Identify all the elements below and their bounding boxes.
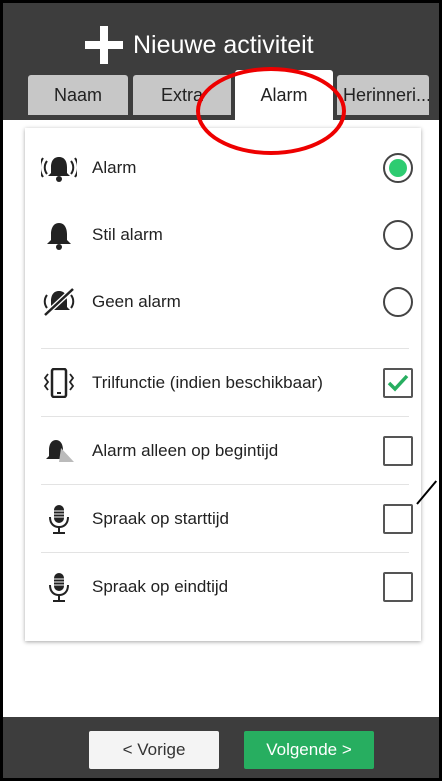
spraak-starttijd-checkbox[interactable] [383,503,413,534]
tab-naam[interactable]: Naam [28,75,128,115]
previous-button[interactable]: < Vorige [89,731,219,769]
spraak-eindtijd-checkbox[interactable] [383,571,413,602]
option-stil-alarm[interactable]: Stil alarm [25,201,421,268]
option-label: Alarm [92,157,137,177]
alarm-begintijd-checkbox[interactable] [383,435,413,466]
app-frame: Nieuwe activiteit Naam Extra Alarm Herin… [0,0,442,781]
bell-icon [41,220,77,250]
option-label: Spraak op eindtijd [92,576,229,596]
bell-ringing-icon [41,153,77,183]
phone-vibrate-icon [41,367,77,398]
footer-bar: < Vorige Volgende > [3,717,439,778]
tab-label: Naam [53,84,102,105]
option-label: Trilfunctie (indien beschikbaar) [92,372,323,392]
tab-label: Herinneri... [343,84,429,105]
option-label: Spraak op starttijd [92,508,230,528]
geen-alarm-radio[interactable] [383,286,413,317]
tab-herinneringen[interactable]: Herinneri... [337,75,429,115]
bell-start-only-icon [41,436,77,466]
option-label: Geen alarm [92,291,181,311]
microphone-icon [41,504,77,534]
alarm-options-card: Alarm Stil alarm Geen alarm Trilfunctie … [25,128,421,641]
option-trilfunctie[interactable]: Trilfunctie (indien beschikbaar) [25,349,421,416]
trilfunctie-checkbox[interactable] [383,367,413,398]
next-button[interactable]: Volgende > [244,731,374,769]
page-title-text: Nieuwe activiteit [133,30,314,59]
alarm-radio[interactable] [383,152,413,183]
plus-icon [85,26,123,64]
stil-alarm-radio[interactable] [383,219,413,250]
option-spraak-eindtijd[interactable]: Spraak op eindtijd [25,553,421,620]
option-label: Stil alarm [92,224,163,244]
option-geen-alarm[interactable]: Geen alarm [25,268,421,335]
microphone-icon [41,572,77,602]
option-alarm-begintijd[interactable]: Alarm alleen op begintijd [25,417,421,484]
annotation-circle [196,67,346,155]
option-label: Alarm alleen op begintijd [92,440,279,460]
radio-selected-dot [389,158,407,177]
option-spraak-starttijd[interactable]: Spraak op starttijd [25,485,421,552]
checkmark-icon [387,374,409,392]
page-title: Nieuwe activiteit [85,23,314,67]
bell-off-icon [41,286,77,317]
content-area: Alarm Stil alarm Geen alarm Trilfunctie … [3,120,439,717]
